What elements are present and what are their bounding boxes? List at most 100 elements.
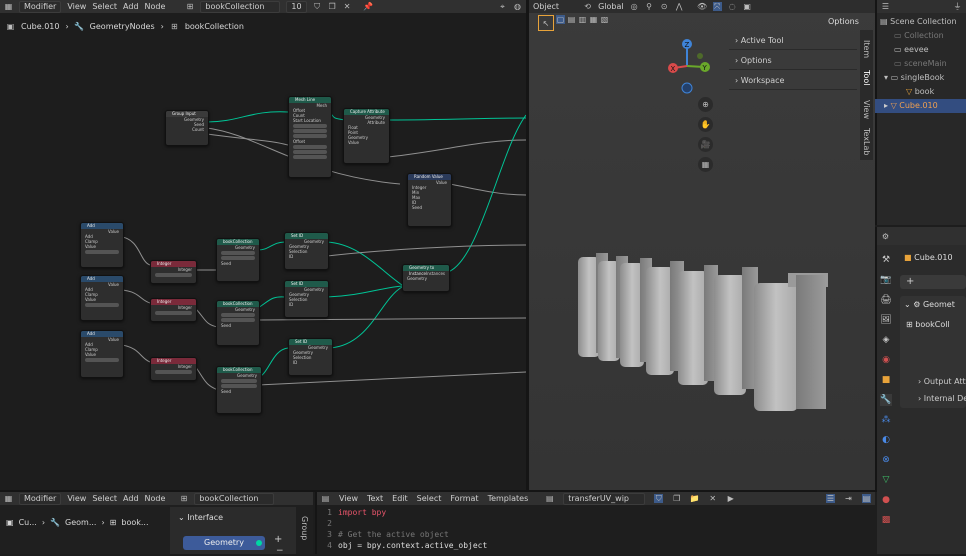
interface-socket-geometry[interactable]: Geometry: [183, 536, 265, 550]
capture-attribute-node[interactable]: Capture Attribute Geometry Attribute Flo…: [343, 108, 390, 164]
outliner-item-collection[interactable]: ▭ Collection: [880, 29, 966, 43]
value-field[interactable]: [293, 150, 327, 154]
node-group-selector[interactable]: ⊞ bookColl: [906, 320, 966, 329]
value-field[interactable]: [293, 129, 327, 133]
collection-node[interactable]: bookCollection Geometry Seed: [216, 300, 260, 346]
chevron-down-icon[interactable]: ▾: [884, 73, 888, 82]
panel-options[interactable]: › Options: [729, 53, 857, 70]
breadcrumb-object[interactable]: Cu...: [19, 518, 37, 527]
geometry-to-instance-node[interactable]: Geometry to Instance Instances Geometry: [402, 264, 450, 292]
select-box-icon[interactable]: ↖: [538, 15, 554, 31]
value-field[interactable]: [221, 379, 257, 383]
constraints-icon[interactable]: ⊗: [880, 454, 892, 466]
group-input-node[interactable]: Group Input Geometry Seed Count: [165, 110, 209, 146]
overlay-icon[interactable]: ◌: [728, 2, 737, 11]
set-id-node[interactable]: Set ID Geometry Geometry Selection ID: [284, 232, 329, 270]
code-area[interactable]: 1 import bpy 2 3 # Get the active object 4…: [318, 508, 873, 552]
value-field[interactable]: [155, 311, 192, 315]
section-internal-dependencies[interactable]: › Internal De: [918, 394, 966, 403]
gizmo-toggle-icon[interactable]: ⤧: [712, 2, 722, 11]
orientation-dropdown[interactable]: Global: [598, 2, 624, 11]
tab-view[interactable]: View: [862, 100, 871, 119]
add-socket-button[interactable]: +: [274, 534, 282, 545]
filter-icon[interactable]: ⏚: [953, 2, 962, 11]
chevron-down-icon[interactable]: ⌄: [904, 300, 911, 309]
editor-type-icon[interactable]: ▤: [321, 494, 330, 503]
camera-icon[interactable]: 🎥: [698, 137, 713, 152]
value-field[interactable]: [293, 155, 327, 159]
value-field[interactable]: [293, 134, 327, 138]
modifier-header[interactable]: ⌄ ⚙ Geomet: [904, 300, 966, 309]
editor-type-icon[interactable]: ☰: [881, 2, 890, 11]
syntax-highlight-icon[interactable]: ▤: [862, 494, 871, 503]
tool-icon[interactable]: ⚒: [880, 254, 892, 266]
panel-active-tool[interactable]: › Active Tool: [729, 33, 857, 50]
object-name-field[interactable]: ■ Cube.010: [904, 251, 966, 265]
remove-socket-button[interactable]: −: [276, 546, 284, 556]
modifier-wrench-icon[interactable]: 🔧: [880, 394, 892, 406]
zoom-icon[interactable]: ⊕: [698, 97, 713, 112]
value-field[interactable]: [221, 318, 255, 322]
render-icon[interactable]: 📷: [880, 274, 892, 286]
value-field[interactable]: [221, 256, 255, 260]
visibility-icon[interactable]: 👁: [697, 2, 707, 11]
physics-icon[interactable]: ◐: [880, 434, 892, 446]
tab-item[interactable]: Item: [862, 40, 871, 58]
text-file-name[interactable]: transferUV_wip: [563, 492, 646, 505]
interface-header[interactable]: ⌄ Interface: [178, 513, 223, 522]
menu-templates[interactable]: Templates: [488, 494, 529, 503]
menu-select[interactable]: Select: [92, 494, 117, 503]
math-node[interactable]: Add Value Add Clamp Value: [80, 330, 124, 378]
add-modifier-button[interactable]: +: [900, 275, 966, 289]
menu-text[interactable]: Text: [367, 494, 383, 503]
set-id-node[interactable]: Set ID Geometry Geometry Selection ID: [288, 338, 333, 376]
value-field[interactable]: [85, 250, 119, 254]
menu-format[interactable]: Format: [450, 494, 478, 503]
menu-node[interactable]: Node: [145, 494, 166, 503]
pan-hand-icon[interactable]: ✋: [698, 117, 713, 132]
select-mode-new-icon[interactable]: ▢: [556, 15, 565, 24]
select-mode-extend-icon[interactable]: ▤: [567, 15, 576, 24]
value-field[interactable]: [85, 358, 119, 362]
tab-texlab[interactable]: TexLab: [862, 128, 871, 155]
grid-icon[interactable]: ▦: [698, 157, 713, 172]
fake-user-icon[interactable]: ⛉: [654, 494, 664, 503]
particles-icon[interactable]: ⁂: [880, 414, 892, 426]
options-button[interactable]: Options: [828, 17, 859, 26]
value-field[interactable]: [293, 124, 327, 128]
collection-node[interactable]: bookCollection Geometry Seed: [216, 238, 260, 282]
outliner-item-eevee[interactable]: ▭ eevee: [880, 43, 966, 57]
value-field[interactable]: [221, 384, 257, 388]
value-field[interactable]: [221, 313, 255, 317]
scene-icon[interactable]: ◈: [880, 334, 892, 346]
proportional-icon[interactable]: ⊙: [660, 2, 669, 11]
view-layer-icon[interactable]: 🖼: [880, 314, 892, 326]
falloff-icon[interactable]: ⋀: [675, 2, 684, 11]
integer-node[interactable]: Integer Integer: [150, 298, 197, 322]
select-mode-intersect-icon[interactable]: ▧: [600, 15, 609, 24]
breadcrumb-modifier[interactable]: Geom...: [65, 518, 96, 527]
navigation-gizmo[interactable]: Z X Y: [660, 36, 716, 96]
value-field[interactable]: [155, 370, 192, 374]
mode-dropdown[interactable]: Object: [533, 2, 559, 11]
menu-view[interactable]: View: [67, 494, 86, 503]
value-field[interactable]: [293, 145, 327, 149]
math-node[interactable]: Add Value Add Clamp Value: [80, 275, 124, 321]
new-text-icon[interactable]: ❐: [672, 494, 681, 503]
xray-icon[interactable]: ▣: [743, 2, 752, 11]
close-icon[interactable]: ✕: [708, 494, 717, 503]
value-field[interactable]: [155, 273, 192, 277]
snap-icon[interactable]: ⚲: [645, 2, 654, 11]
select-mode-difference-icon[interactable]: ▦: [589, 15, 598, 24]
object-icon[interactable]: ■: [880, 374, 892, 386]
editor-type-icon[interactable]: ▦: [4, 494, 13, 503]
outliner-item-singlebook[interactable]: ▾ ▭ singleBook: [880, 71, 966, 85]
panel-workspace[interactable]: › Workspace: [729, 73, 857, 90]
text-file-icon[interactable]: ▤: [545, 494, 554, 503]
value-field[interactable]: [221, 251, 255, 255]
editor-type-icon[interactable]: ⚙: [881, 232, 890, 241]
menu-select[interactable]: Select: [417, 494, 442, 503]
outliner-item-scenemain[interactable]: ▭ sceneMain: [880, 57, 966, 71]
data-icon[interactable]: ▽: [880, 474, 892, 486]
editor-mode-dropdown[interactable]: Modifier: [19, 492, 62, 505]
